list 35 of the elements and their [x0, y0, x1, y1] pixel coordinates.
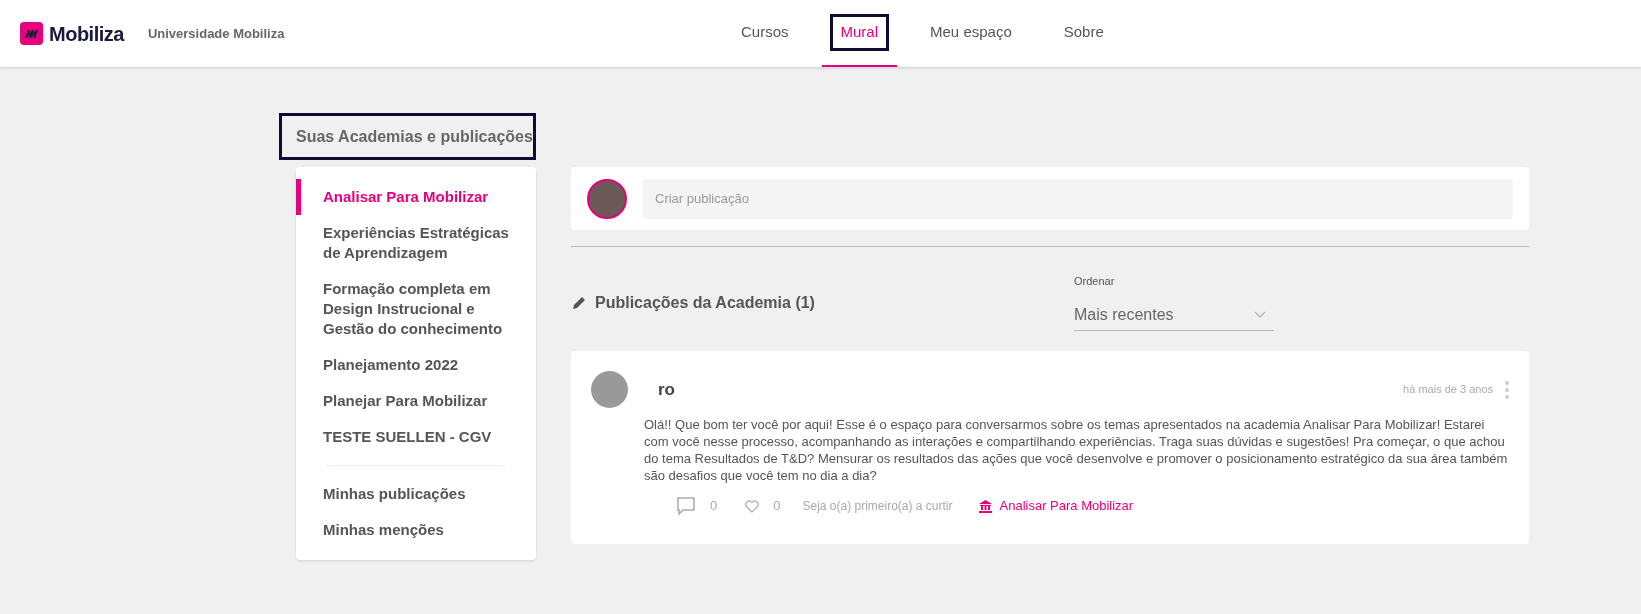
academy-link[interactable]: Analisar Para Mobilizar: [978, 496, 1134, 516]
sort-label: Ordenar: [1074, 273, 1116, 289]
sidebar-item[interactable]: Formação completa em Design Instrucional e Gestão do conhecimento: [296, 271, 536, 347]
author-name: ro: [658, 378, 675, 401]
comment-count: 0: [710, 497, 718, 516]
create-post-field[interactable]: Criar publicação: [643, 178, 1513, 219]
like-prompt: Seja o(a) primeiro(a) a curtir: [802, 498, 953, 515]
sidebar-item[interactable]: Minhas publicações: [296, 476, 536, 512]
post-body: Olá!! Que bom ter você por aqui! Esse é o espaço para conversarmos sobre os temas apresentados na academia Analisar Para Mobilizar! Estarei com você nesse processo, acompanhando as interações e compartilhando experiências. Traga suas dúvidas e sugestões! Pra começar, o que achou do tema Resultados de T&D? Mensurar os resultados das ações que você desenvolve e promover o posicionamento estratégico da sua área também são desafios que você tem no dia a dia?: [644, 416, 1509, 484]
institution-icon: [978, 499, 992, 513]
sidebar-item[interactable]: Planejamento 2022: [296, 347, 536, 383]
sidebar-title: Suas Academias e publicações: [279, 113, 536, 160]
heart-icon[interactable]: [745, 499, 760, 513]
nav-tab[interactable]: Cursos: [722, 0, 808, 67]
pencil-icon: [571, 295, 587, 311]
logo-icon: [20, 22, 43, 45]
avatar: [591, 371, 628, 408]
like-count: 0: [773, 497, 781, 516]
sort-dropdown[interactable]: Mais recentes: [1074, 299, 1274, 331]
organization-name: Universidade Mobiliza: [147, 24, 285, 43]
sidebar-item[interactable]: Planejar Para Mobilizar: [296, 383, 536, 419]
more-options-icon[interactable]: [1505, 380, 1509, 399]
sidebar-item[interactable]: Experiências Estratégicas de Aprendizagem: [296, 215, 536, 271]
brand-name: Mobiliza: [49, 21, 124, 47]
sidebar-item[interactable]: Minhas menções: [296, 512, 536, 548]
post-time: há mais de 3 anos: [1403, 382, 1493, 398]
sidebar-item[interactable]: TESTE SUELLEN - CGV: [296, 419, 536, 455]
sidebar-item[interactable]: Analisar Para Mobilizar: [296, 179, 536, 215]
chevron-down-icon: [1254, 310, 1266, 319]
nav-tab[interactable]: Mural: [821, 0, 898, 67]
feed-title: Publicações da Academia (1): [595, 293, 815, 313]
nav-tab[interactable]: Sobre: [1044, 0, 1123, 67]
comment-icon[interactable]: [676, 496, 696, 516]
avatar: [587, 178, 627, 219]
nav-tab[interactable]: Meu espaço: [911, 0, 1031, 67]
